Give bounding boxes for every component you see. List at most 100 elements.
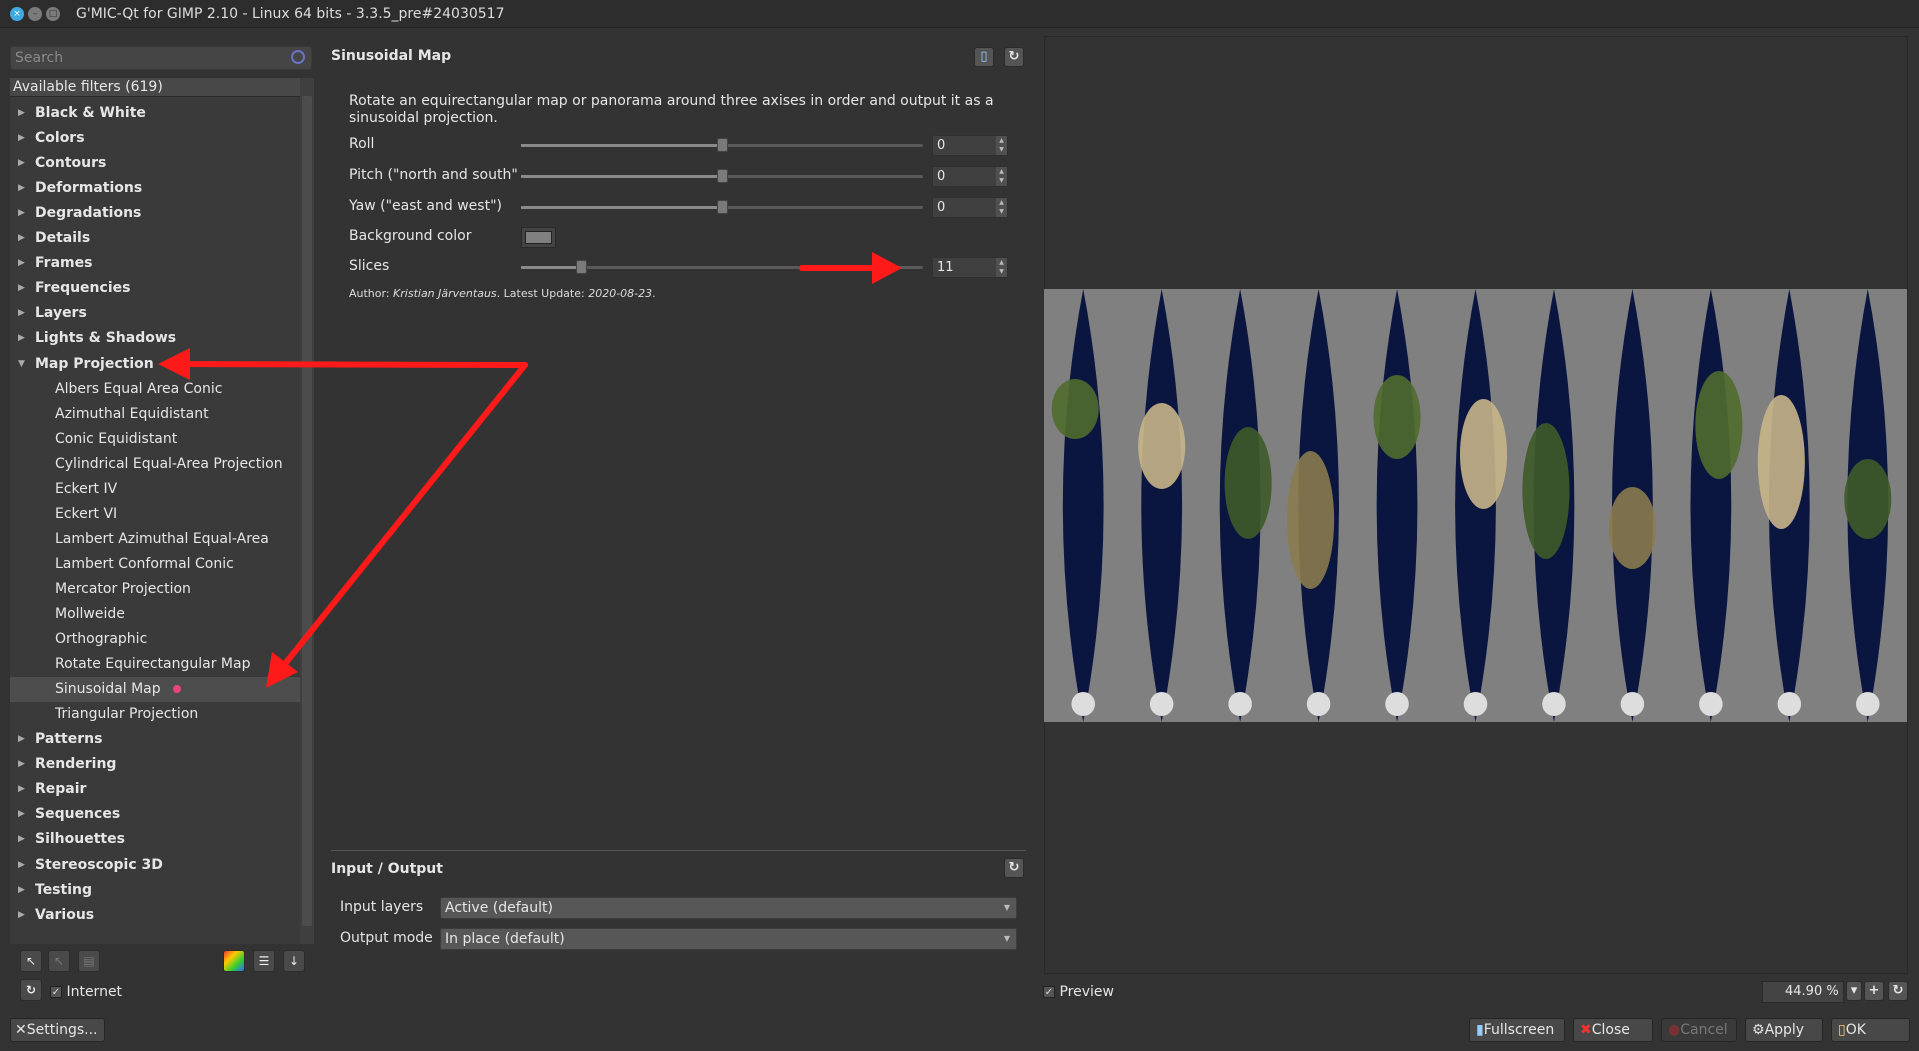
- filter-title: Sinusoidal Map: [331, 48, 452, 64]
- input-layers-select[interactable]: Active (default) ▼: [440, 897, 1017, 919]
- zoom-in-icon[interactable]: +: [1864, 981, 1884, 1001]
- expand-icon: ▶: [18, 884, 25, 895]
- expand-icon: ▶: [18, 283, 25, 294]
- tree-filter[interactable]: Lambert Conformal Conic: [10, 552, 300, 577]
- expand-icon: ▶: [18, 233, 25, 244]
- search-placeholder: Search: [15, 50, 64, 66]
- expand-icon: ▶: [18, 734, 25, 745]
- tree-category[interactable]: ▶ Silhouettes: [10, 827, 300, 852]
- expand-icon: ▶: [18, 784, 25, 795]
- tree-category[interactable]: ▶ Rendering: [10, 752, 300, 777]
- tree-filter[interactable]: Mollweide: [10, 602, 300, 627]
- tree-filter[interactable]: Triangular Projection: [10, 702, 300, 727]
- tree-category[interactable]: ▶ Sequences: [10, 802, 300, 827]
- preview-checkbox[interactable]: ✓ Preview: [1043, 984, 1114, 1000]
- param-slider[interactable]: [521, 200, 923, 214]
- expand-icon: ▶: [18, 834, 25, 845]
- ok-button[interactable]: ▯OK: [1831, 1018, 1910, 1042]
- tree-filter[interactable]: Albers Equal Area Conic: [10, 377, 300, 402]
- tree-filter[interactable]: Eckert IV: [10, 477, 300, 502]
- settings-button[interactable]: ✕Settings...: [10, 1018, 105, 1042]
- tree-category[interactable]: ▶ Stereoscopic 3D: [10, 853, 300, 878]
- tree-filter[interactable]: Eckert VI: [10, 502, 300, 527]
- tree-category[interactable]: ▶ Frames: [10, 251, 300, 276]
- fullscreen-button[interactable]: ▮Fullscreen: [1469, 1018, 1565, 1042]
- search-input[interactable]: Search: [10, 46, 312, 70]
- tree-category[interactable]: ▶ Details: [10, 226, 300, 251]
- tree-category-map-projection[interactable]: ▼ Map Projection: [10, 352, 300, 377]
- internet-checkbox[interactable]: ✓ Internet: [50, 984, 122, 1000]
- author-line: Author: Kristian Järventaus. Latest Upda…: [349, 287, 656, 300]
- tree-filter[interactable]: Cylindrical Equal-Area Projection: [10, 452, 300, 477]
- io-reset-icon[interactable]: ↻: [1004, 858, 1024, 878]
- color-swatch: [525, 231, 552, 244]
- close-button[interactable]: ✖Close: [1573, 1018, 1653, 1042]
- tree-category[interactable]: ▶ Degradations: [10, 201, 300, 226]
- tree-category[interactable]: ▶ Colors: [10, 126, 300, 151]
- reset-icon[interactable]: ↻: [1004, 47, 1024, 67]
- tree-filter[interactable]: Mercator Projection: [10, 577, 300, 602]
- tree-category[interactable]: ▶ Frequencies: [10, 276, 300, 301]
- copy-icon[interactable]: ▯: [974, 47, 994, 67]
- tree-category[interactable]: ▶ Layers: [10, 301, 300, 326]
- expand-icon: ▶: [18, 258, 25, 269]
- preview-map-image: [1044, 289, 1907, 722]
- expand-icon: ▶: [18, 909, 25, 920]
- expand-icon: ▶: [18, 308, 25, 319]
- slices-spinbox[interactable]: 11 ▲ ▼: [932, 257, 1008, 278]
- visible-icon[interactable]: ↖: [48, 950, 70, 972]
- expand-icon: ▶: [18, 158, 25, 169]
- expand-icon: ▶: [18, 208, 25, 219]
- tree-category[interactable]: ▶ Lights & Shadows: [10, 326, 300, 351]
- internet-label: Internet: [66, 984, 123, 1000]
- tree-category[interactable]: ▶ Contours: [10, 151, 300, 176]
- refresh-icon[interactable]: ↻: [20, 979, 42, 1001]
- param-spinbox[interactable]: 0 ▲ ▼: [932, 135, 1008, 156]
- output-mode-select[interactable]: In place (default) ▼: [440, 928, 1017, 950]
- download-icon[interactable]: ↓: [283, 950, 305, 972]
- tree-filter[interactable]: Azimuthal Equidistant: [10, 402, 300, 427]
- zoom-dropdown-icon[interactable]: ▾: [1846, 981, 1862, 1001]
- minimize-icon[interactable]: –: [28, 7, 42, 21]
- tree-filter[interactable]: Orthographic: [10, 627, 300, 652]
- param-spinbox[interactable]: 0 ▲ ▼: [932, 166, 1008, 187]
- list-icon[interactable]: ☰: [253, 950, 275, 972]
- show-selected-icon[interactable]: ↖: [20, 950, 42, 972]
- close-window-icon[interactable]: ×: [10, 7, 24, 21]
- param-spinbox[interactable]: 0 ▲ ▼: [932, 197, 1008, 218]
- expand-icon[interactable]: ▤: [78, 950, 100, 972]
- preview-label: Preview: [1059, 984, 1114, 1000]
- tree-filter-selected[interactable]: Sinusoidal Map: [10, 677, 300, 703]
- tree-filter[interactable]: Lambert Azimuthal Equal-Area: [10, 527, 300, 552]
- expand-icon: ▶: [18, 108, 25, 118]
- tree-filter[interactable]: Conic Equidistant: [10, 427, 300, 452]
- tree-category[interactable]: ▶ Black & White: [10, 101, 300, 126]
- param-slider[interactable]: [521, 138, 923, 152]
- maximize-icon[interactable]: □: [46, 7, 60, 21]
- apply-button[interactable]: ⚙Apply: [1745, 1018, 1823, 1042]
- tree-category[interactable]: ▶ Various: [10, 903, 300, 928]
- tree-category[interactable]: ▶ Repair: [10, 777, 300, 802]
- param-slider[interactable]: [521, 169, 923, 183]
- splitter[interactable]: [331, 850, 1026, 851]
- expand-icon: ▶: [18, 133, 25, 144]
- tree-category[interactable]: ▶ Testing: [10, 878, 300, 903]
- bg-color-label: Background color: [349, 228, 472, 244]
- window-title: G'MIC-Qt for GIMP 2.10 - Linux 64 bits -…: [76, 6, 505, 22]
- tree-filter[interactable]: Rotate Equirectangular Map: [10, 652, 300, 677]
- color-icon[interactable]: [223, 950, 245, 972]
- io-title: Input / Output: [331, 861, 443, 877]
- zoom-reset-icon[interactable]: ↻: [1888, 981, 1908, 1001]
- cancel-button[interactable]: ●Cancel: [1661, 1018, 1737, 1042]
- tree-category[interactable]: ▶ Patterns: [10, 727, 300, 752]
- search-icon: [291, 50, 305, 64]
- input-layers-label: Input layers: [340, 899, 424, 915]
- tree-category[interactable]: ▶ Deformations: [10, 176, 300, 201]
- filter-tree[interactable]: Available filters (619) ▶ Black & White ▶ C…: [10, 78, 300, 944]
- slices-slider[interactable]: [521, 260, 923, 274]
- filter-description: Rotate an equirectangular map or panoram…: [349, 93, 994, 126]
- collapse-icon: ▼: [18, 358, 25, 369]
- bg-color-button[interactable]: [521, 227, 556, 248]
- zoom-level-field[interactable]: 44.90 %: [1762, 981, 1844, 1003]
- tree-scrollbar[interactable]: [300, 78, 314, 944]
